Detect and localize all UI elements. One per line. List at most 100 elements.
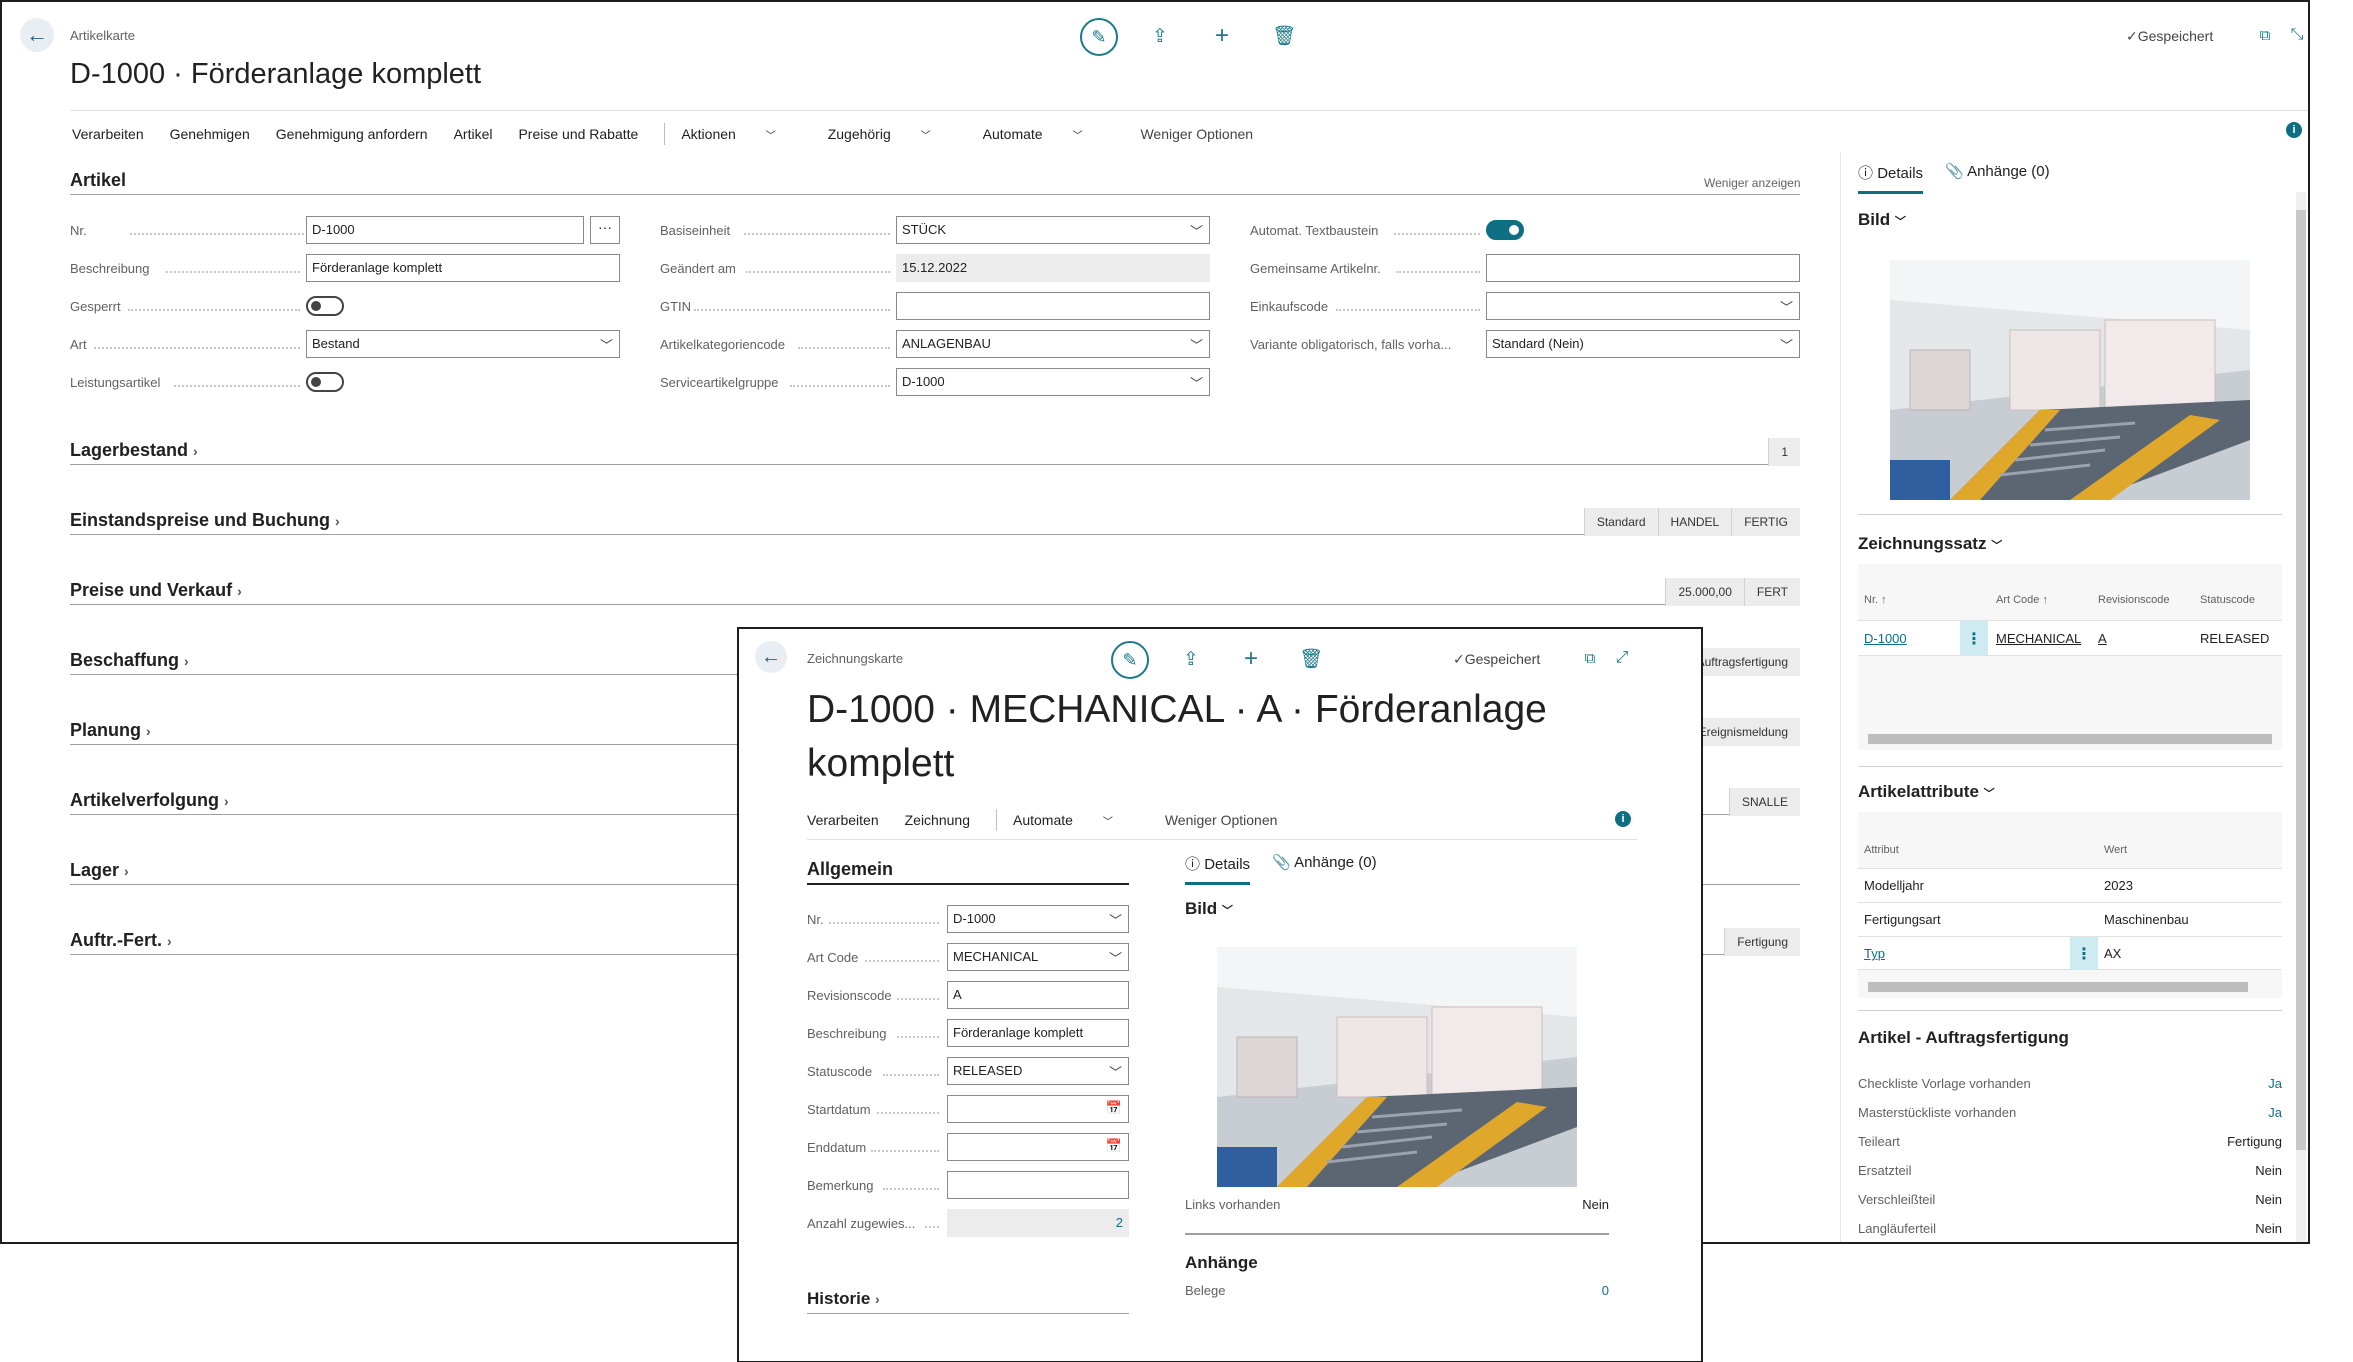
info-icon[interactable]: i [1615,811,1631,827]
assist-edit-button[interactable]: ··· [590,216,620,244]
collapse-icon[interactable]: ⤡ [2286,24,2308,46]
page-title: D-1000 · Förderanlage komplett [70,58,482,90]
beschreibung-input[interactable]: Förderanlage komplett [947,1019,1129,1047]
open-new-window-icon[interactable]: ⧉ [2254,24,2276,46]
saved-status: ✓Gespeichert [1453,651,1541,667]
section-einstandspreise[interactable]: Einstandspreise und Buchung › Standard HA… [70,502,1800,572]
auftragsfertigung-list: Checkliste Vorlage vorhanden Ja Masterstü… [1858,1076,2282,1242]
factbox-tabs: ⓘ Details 📎 Anhänge (0) [1858,162,2050,194]
col-header-art-code[interactable]: Art Code ↑ [1996,594,2048,606]
tab-attachments[interactable]: 📎 Anhänge (0) [1272,853,1377,885]
section-artikel-title[interactable]: Artikel [70,170,126,191]
check-icon: ✓ [2126,28,2138,44]
nr-select[interactable]: D-1000 ﹀ [947,905,1129,933]
menu-verarbeiten[interactable]: Verarbeiten [807,812,879,828]
menu-artikel[interactable]: Artikel [454,126,493,142]
tab-details[interactable]: ⓘ Details [1185,853,1251,885]
list-item: Verschleißteil Nein [1858,1192,2282,1207]
row-menu-icon[interactable]: ⋮ [2070,937,2098,970]
less-options-button[interactable]: Weniger Optionen [1165,812,1278,828]
add-icon[interactable]: + [1239,645,1263,673]
auftragsfertigung-header[interactable]: Artikel - Auftragsfertigung [1858,1028,2069,1048]
einkaufscode-select[interactable]: ﹀ [1486,292,1800,320]
menu-verarbeiten[interactable]: Verarbeiten [72,126,144,142]
add-icon[interactable]: + [1210,22,1234,50]
share-icon[interactable]: ⇪ [1148,22,1172,50]
expand-icon[interactable]: ⤢ [1611,647,1633,669]
leistungsartikel-toggle[interactable] [306,372,344,392]
menu-preise-rabatte[interactable]: Preise und Rabatte [518,126,638,142]
art-code-select[interactable]: MECHANICAL ﹀ [947,943,1129,971]
chevron-right-icon: › [184,653,189,669]
menu-automate[interactable]: Automate ﹀ [983,126,1109,142]
table-row[interactable]: Typ ⋮ AX [1858,936,2282,970]
less-options-button[interactable]: Weniger Optionen [1140,126,1253,142]
statuscode-select[interactable]: RELEASED ﹀ [947,1057,1129,1085]
table-row[interactable]: Fertigungsart Maschinenbau [1858,902,2282,936]
serviceartikelgruppe-select[interactable]: D-1000 ﹀ [896,368,1210,396]
bild-header[interactable]: Bild ﹀ [1858,210,1906,230]
section-historie[interactable]: Historie › [807,1289,880,1309]
enddatum-input[interactable]: 📅 [947,1133,1129,1161]
art-select[interactable]: Bestand ﹀ [306,330,620,358]
section-lagerbestand[interactable]: Lagerbestand › 1 [70,432,1800,502]
field-statuscode: Statuscode RELEASED ﹀ [807,1057,1129,1095]
startdatum-input[interactable]: 📅 [947,1095,1129,1123]
calendar-icon: 📅 [1105,1138,1122,1153]
section-badges: Standard HANDEL FERTIG [1583,508,1800,536]
edit-button[interactable]: ✎ [1080,18,1118,56]
variante-obligatorisch-select[interactable]: Standard (Nein) ﹀ [1486,330,1800,358]
menu-zugehoerig[interactable]: Zugehörig ﹀ [828,126,957,142]
menu-aktionen[interactable]: Aktionen ﹀ [681,126,801,142]
revisionscode-input[interactable]: A [947,981,1129,1009]
nr-input[interactable]: D-1000 [306,216,584,244]
delete-icon[interactable]: 🗑 [1272,22,1296,50]
zeichnungssatz-header[interactable]: Zeichnungssatz ﹀ [1858,534,2002,554]
field-startdatum: Startdatum 📅 [807,1095,1129,1133]
chevron-down-icon: ﹀ [1108,951,1122,966]
table-row[interactable]: D-1000 ⋮ MECHANICAL A RELEASED [1858,620,2282,656]
field-nr: Nr. D-1000 ﹀ [807,905,1129,943]
open-new-window-icon[interactable]: ⧉ [1579,647,1601,669]
col-header-statuscode[interactable]: Statuscode [2200,594,2255,606]
basiseinheit-select[interactable]: STÜCK ﹀ [896,216,1210,244]
artikelattribute-header[interactable]: Artikelattribute ﹀ [1858,782,1995,802]
bemerkung-input[interactable] [947,1171,1129,1199]
row-menu-icon[interactable]: ⋮ [1960,621,1988,655]
horizontal-scrollbar[interactable] [1868,982,2248,992]
gesperrt-toggle[interactable] [306,296,344,316]
show-less-link[interactable]: Weniger anzeigen [1704,176,1801,190]
tab-details[interactable]: ⓘ Details [1858,162,1924,194]
section-badges: Fertigung [1724,928,1800,956]
back-button[interactable]: ← [755,641,787,673]
col-header-revisionscode[interactable]: Revisionscode [2098,594,2170,606]
section-allgemein-title[interactable]: Allgemein [807,859,893,880]
delete-icon[interactable]: 🗑 [1299,645,1323,673]
chevron-down-icon: ﹀ [1983,788,1995,800]
table-row[interactable]: Modelljahr 2023 [1858,868,2282,902]
breadcrumb: Artikelkarte [70,28,136,43]
horizontal-scrollbar[interactable] [1868,734,2272,744]
scrollbar-thumb[interactable] [2296,210,2306,1150]
tab-attachments[interactable]: 📎 Anhänge (0) [1945,162,2050,194]
menu-automate[interactable]: Automate ﹀ [1013,812,1139,828]
menu-genehmigung-anfordern[interactable]: Genehmigung anfordern [276,126,428,142]
menu-zeichnung[interactable]: Zeichnung [905,812,970,828]
gemeinsame-artikelnr-input[interactable] [1486,254,1800,282]
edit-button[interactable]: ✎ [1111,641,1149,679]
section-badges: 25.000,00 FERT [1665,578,1800,606]
col-header-nr[interactable]: Nr. ↑ [1864,594,1887,606]
back-button[interactable]: ← [20,18,54,52]
artikelkategoriencode-select[interactable]: ANLAGENBAU ﹀ [896,330,1210,358]
menu-genehmigen[interactable]: Genehmigen [170,126,250,142]
info-icon[interactable]: i [2286,122,2302,138]
anzahl-zugewiesen-value[interactable]: 2 [947,1209,1129,1237]
share-icon[interactable]: ⇪ [1179,645,1203,673]
bild-header[interactable]: Bild ﹀ [1185,899,1233,919]
beschreibung-input[interactable]: Förderanlage komplett [306,254,620,282]
field-group-1: Nr. D-1000 ··· Beschreibung Förderanlage… [70,216,620,406]
chevron-down-icon: ﹀ [1189,376,1203,391]
gtin-input[interactable] [896,292,1210,320]
factbox-scrollbar[interactable] [2296,192,2306,1242]
automat-textbaustein-toggle[interactable] [1486,220,1524,240]
